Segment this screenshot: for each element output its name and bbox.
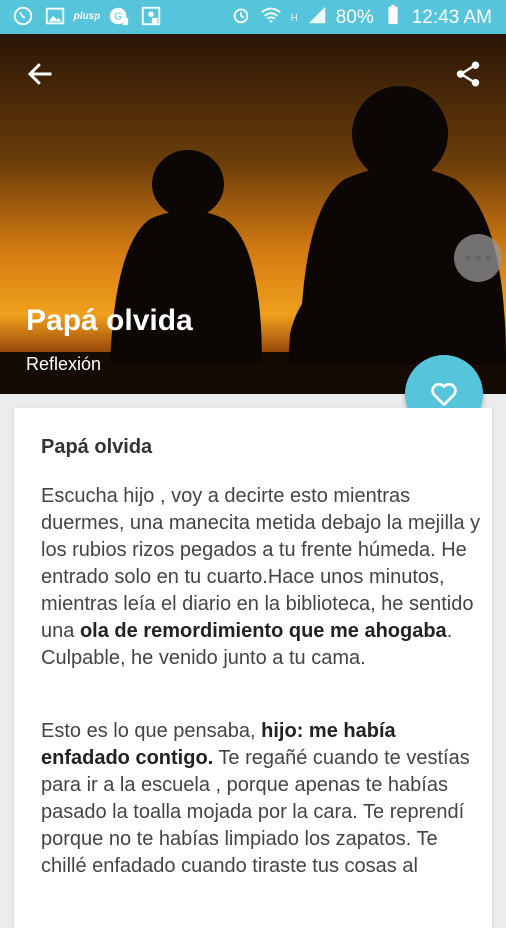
hero-image: Papá olvida Reflexión [0,34,506,394]
sunset-silhouette-image [0,34,506,394]
arrow-left-icon [27,63,52,85]
status-bar-left-icons: plusp G [12,5,162,27]
photo-icon [140,5,162,27]
network-type: H [290,12,298,24]
share-icon [456,61,480,87]
more-options-button[interactable] [454,234,502,282]
back-button[interactable] [20,54,60,94]
article-paragraph-2: Esto es lo que pensaba, hijo: me había e… [41,718,481,880]
article-paragraph-1: Escucha hijo , voy a decirte esto mientr… [41,483,481,672]
whatsapp-icon [12,5,34,27]
battery-percent: 80% [335,7,374,28]
status-bar-right: H 80% 12:43 AM [230,4,492,32]
signal-icon [306,4,328,32]
category-label: Reflexión [26,354,102,374]
alarm-icon [230,4,252,32]
article-title: Papá olvida [41,436,153,458]
notification-icon: G [108,5,130,27]
status-bar: plusp G H 80% 12:43 AM [0,0,506,34]
page-title: Papá olvida [26,304,193,337]
more-dots-icon [465,255,471,261]
bold-text: ola de remordimiento que me ahogaba [79,620,447,642]
clock: 12:43 AM [411,7,492,28]
text: Esto es lo que pensaba, [41,720,262,742]
more-dots-icon [485,255,491,261]
wifi-icon [260,4,282,32]
share-button[interactable] [448,54,488,94]
gallery-icon [44,5,66,27]
plus-text-icon: plusp [73,10,101,22]
article-card: Papá olvida Escucha hijo , voy a decirte… [14,408,492,928]
battery-icon [382,4,404,32]
more-dots-icon [475,255,481,261]
heart-icon [431,382,457,406]
svg-text:G: G [114,12,122,23]
text: Escucha hijo , voy a decirte esto mientr… [41,485,481,642]
